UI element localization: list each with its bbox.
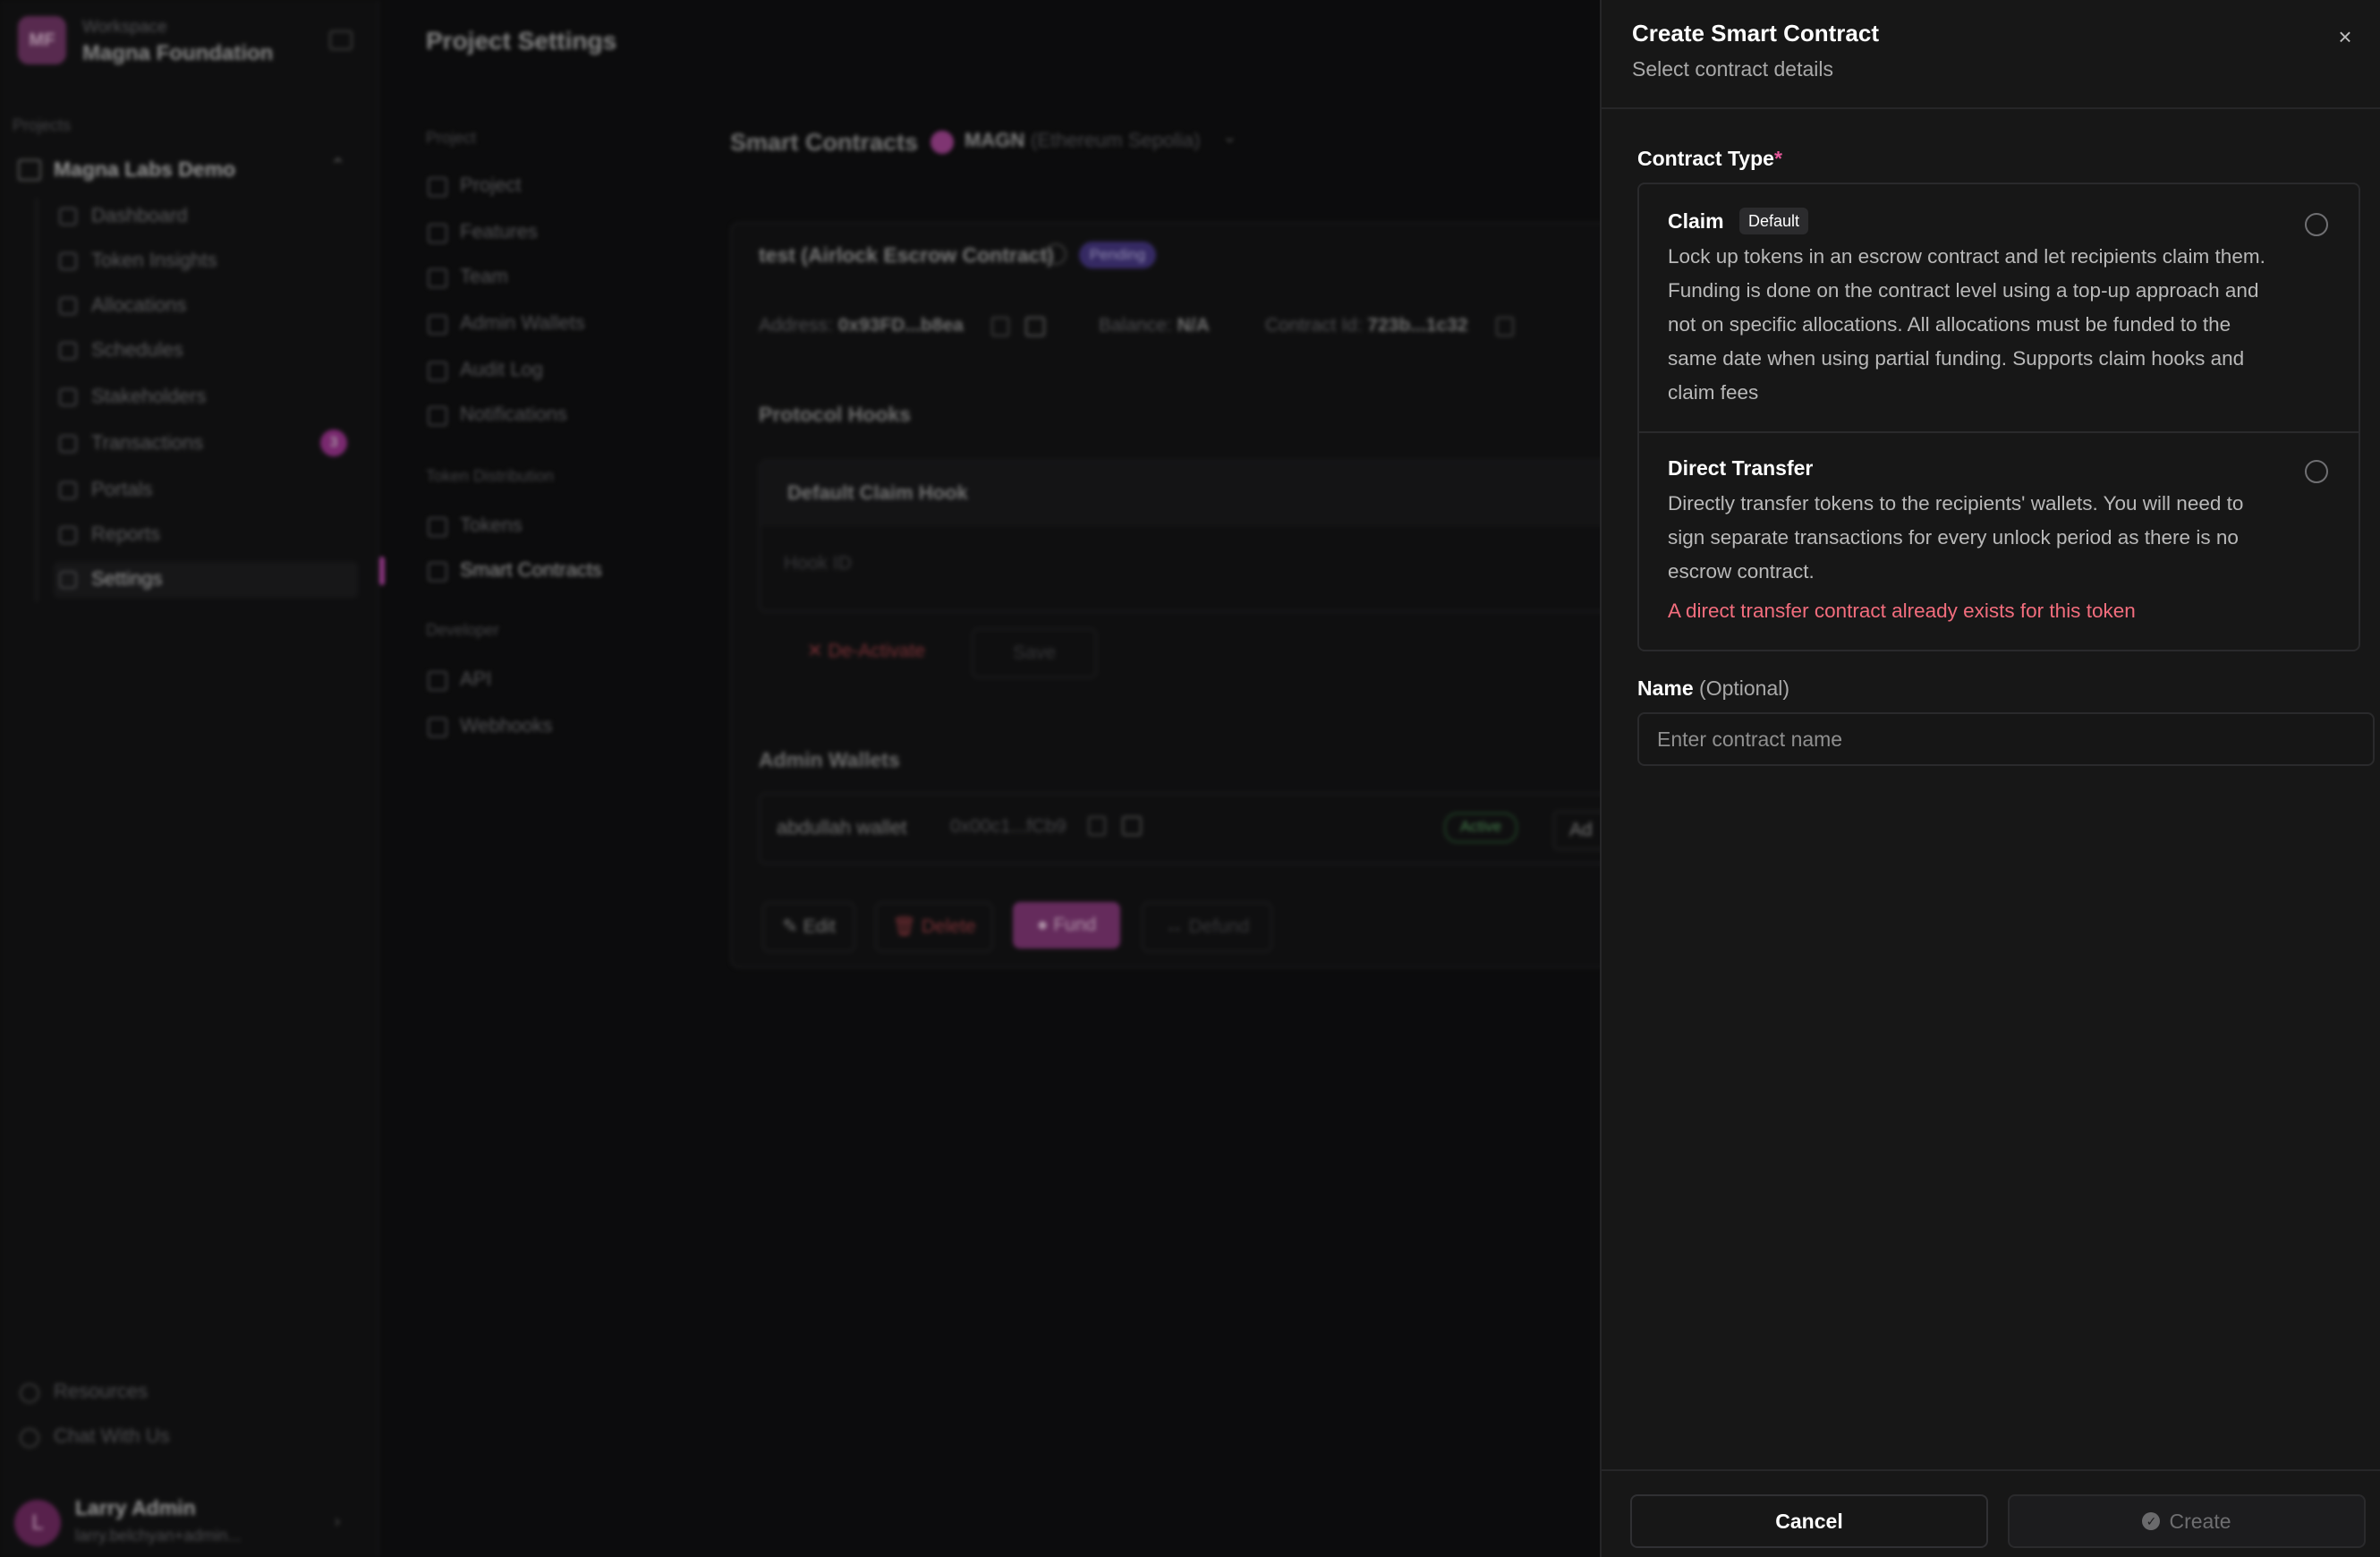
drawer-subtitle: Select contract details bbox=[1632, 57, 1834, 81]
name-label-text: Name bbox=[1637, 676, 1694, 700]
divider bbox=[1602, 107, 2380, 109]
create-label: Create bbox=[2169, 1510, 2231, 1533]
name-label: Name (Optional) bbox=[1637, 676, 1789, 701]
divider bbox=[1602, 1469, 2380, 1471]
contract-type-text: Contract Type bbox=[1637, 147, 1774, 170]
option-title: Claim bbox=[1668, 209, 1724, 233]
create-contract-drawer: Create Smart Contract Select contract de… bbox=[1600, 0, 2380, 1557]
cancel-button[interactable]: Cancel bbox=[1630, 1494, 1988, 1548]
default-badge: Default bbox=[1739, 208, 1809, 234]
option-claim[interactable]: Claim Default Lock up tokens in an escro… bbox=[1639, 184, 2359, 433]
contract-type-label: Contract Type* bbox=[1637, 147, 1782, 171]
close-icon[interactable]: × bbox=[2330, 21, 2360, 52]
contract-type-options: Claim Default Lock up tokens in an escro… bbox=[1637, 183, 2360, 651]
option-description: Directly transfer tokens to the recipien… bbox=[1668, 492, 2244, 583]
contract-name-input[interactable] bbox=[1637, 712, 2375, 766]
drawer-title: Create Smart Contract bbox=[1632, 20, 1879, 47]
create-button[interactable]: ✓ Create bbox=[2008, 1494, 2366, 1548]
option-description: Lock up tokens in an escrow contract and… bbox=[1668, 245, 2265, 404]
claim-radio[interactable] bbox=[2305, 213, 2328, 236]
required-mark: * bbox=[1773, 147, 1782, 170]
option-direct-transfer[interactable]: Direct Transfer Directly transfer tokens… bbox=[1639, 433, 2359, 650]
direct-transfer-radio[interactable] bbox=[2305, 460, 2328, 483]
app-root: MF Workspace Magna Foundation Projects M… bbox=[0, 0, 2380, 1557]
option-warning: A direct transfer contract already exist… bbox=[1668, 600, 2136, 622]
option-title: Direct Transfer bbox=[1668, 456, 1814, 480]
name-optional: (Optional) bbox=[1699, 676, 1790, 700]
check-circle-icon: ✓ bbox=[2142, 1511, 2161, 1530]
